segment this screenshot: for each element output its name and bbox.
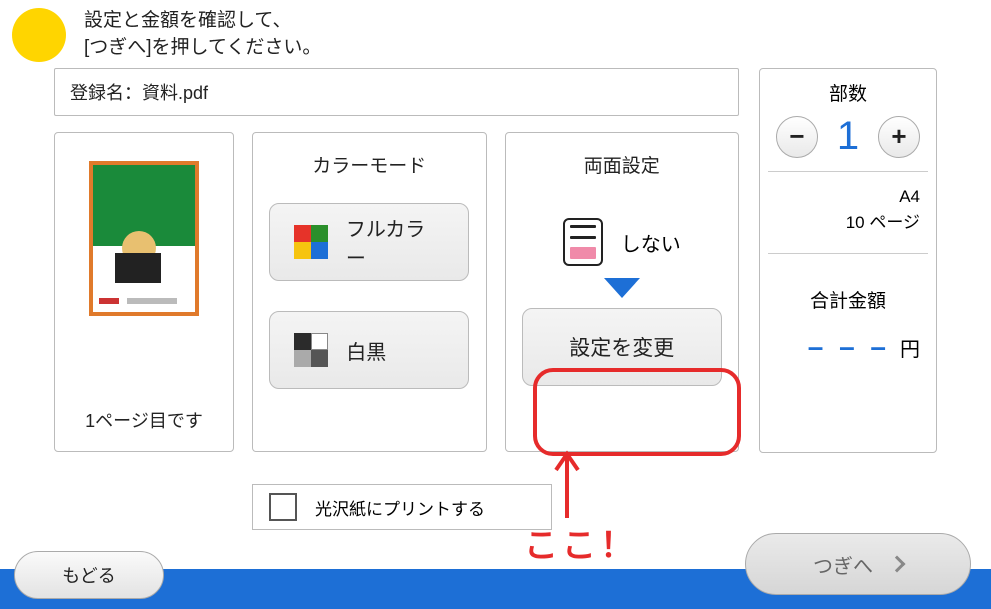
- bw-label: 白黒: [346, 336, 386, 365]
- paper-size: A4: [768, 184, 920, 210]
- page-thumbnail[interactable]: [89, 161, 199, 316]
- duplex-panel: 両面設定 しない 設定を変更: [505, 132, 740, 452]
- preview-caption: 1ページ目です: [85, 407, 203, 433]
- checkbox-icon: [269, 493, 297, 521]
- bw-button[interactable]: 白黒: [269, 311, 469, 389]
- full-color-label: フルカラー: [346, 213, 444, 271]
- page-instruction: 設定と金額を確認して、 [つぎへ]を押してください。: [84, 8, 321, 61]
- decrement-copies-button[interactable]: −: [776, 116, 818, 158]
- color-mode-title: カラーモード: [312, 151, 426, 178]
- change-settings-label: 設定を変更: [569, 332, 674, 362]
- glossy-paper-checkbox[interactable]: 光沢紙にプリントする: [252, 484, 552, 530]
- preview-panel: 1ページ目です: [54, 132, 234, 452]
- filename-display: 登録名：資料.pdf: [54, 68, 739, 116]
- arrow-down-icon: [604, 278, 640, 298]
- instruction-line2: [つぎへ]を押してください。: [84, 37, 321, 58]
- filename-value: 資料.pdf: [142, 83, 208, 103]
- color-mode-panel: カラーモード フルカラー 白黒: [252, 132, 487, 452]
- status-dot-icon: [12, 8, 66, 62]
- divider: [768, 171, 928, 172]
- back-button[interactable]: もどる: [14, 551, 164, 599]
- change-settings-button[interactable]: 設定を変更: [522, 308, 722, 386]
- chevron-right-icon: [889, 556, 906, 573]
- duplex-none-label: しない: [621, 228, 681, 257]
- next-button[interactable]: つぎへ: [745, 533, 971, 595]
- bw-icon: [294, 333, 328, 367]
- duplex-title: 両面設定: [584, 151, 660, 178]
- increment-copies-button[interactable]: +: [878, 116, 920, 158]
- total-amount: – – –: [808, 331, 890, 363]
- instruction-line1: 設定と金額を確認して、: [84, 10, 291, 31]
- total-label: 合計金額: [810, 286, 886, 313]
- currency-unit: 円: [900, 333, 920, 362]
- copies-title: 部数: [829, 79, 867, 106]
- duplex-none-option: しない: [563, 218, 681, 266]
- filename-label: 登録名：: [70, 83, 142, 103]
- single-page-icon: [563, 218, 603, 266]
- glossy-label: 光沢紙にプリントする: [315, 495, 485, 520]
- page-count: 10 ページ: [768, 210, 920, 236]
- copies-panel: 部数 − 1 + A4 10 ページ 合計金額 – – – 円: [759, 68, 937, 453]
- back-label: もどる: [62, 562, 116, 588]
- full-color-button[interactable]: フルカラー: [269, 203, 469, 281]
- divider: [768, 253, 928, 254]
- next-label: つぎへ: [813, 550, 873, 579]
- copies-value: 1: [828, 114, 868, 159]
- full-color-icon: [294, 225, 328, 259]
